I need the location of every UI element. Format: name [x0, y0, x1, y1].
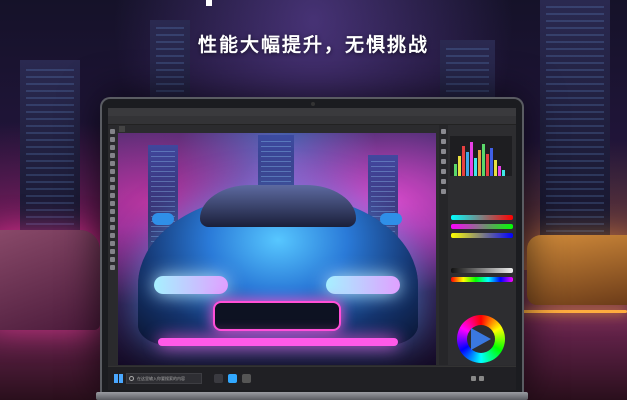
taskbar-search-input[interactable]: 在这里输入你要搜索的内容 [126, 373, 202, 384]
adjustment-sliders [451, 215, 513, 286]
marquee-tool-icon[interactable] [110, 137, 115, 142]
network-icon[interactable] [471, 376, 476, 381]
document-tab[interactable] [119, 126, 125, 132]
blue-slider[interactable] [451, 233, 513, 238]
laptop-hinge [96, 392, 528, 400]
task-view-icon[interactable] [214, 374, 223, 383]
light-streak [520, 310, 627, 313]
windows-start-icon[interactable] [114, 374, 123, 383]
taskbar-app-icon[interactable] [242, 374, 251, 383]
laptop-screen: 在这里输入你要搜索的内容 [108, 108, 516, 390]
search-icon [129, 376, 134, 381]
histogram-bar [482, 144, 485, 176]
history-icon[interactable] [441, 129, 446, 134]
eyedropper-tool-icon[interactable] [110, 169, 115, 174]
shape-tool-icon[interactable] [110, 249, 115, 254]
color-icon[interactable] [441, 189, 446, 194]
move-tool-icon[interactable] [110, 129, 115, 134]
car-windshield [200, 185, 356, 227]
stamp-tool-icon[interactable] [110, 185, 115, 190]
layers-icon[interactable] [441, 159, 446, 164]
webcam [311, 102, 315, 106]
lasso-tool-icon[interactable] [110, 145, 115, 150]
search-placeholder: 在这里输入你要搜索的内容 [137, 376, 185, 381]
color-triangle[interactable] [471, 328, 491, 350]
top-mark [206, 0, 212, 6]
histogram-bar [474, 158, 477, 176]
gradient-tool-icon[interactable] [110, 201, 115, 206]
photoshop-icon[interactable] [228, 374, 237, 383]
histogram-bar [462, 146, 465, 176]
brush-tool-icon[interactable] [110, 177, 115, 182]
histogram-bar [498, 166, 501, 176]
histogram-bar [478, 150, 481, 176]
green-slider[interactable] [451, 224, 513, 229]
color-wheel-icon[interactable] [457, 315, 505, 363]
properties-icon[interactable] [441, 149, 446, 154]
app-menubar [108, 108, 516, 116]
laptop: 在这里输入你要搜索的内容 [100, 97, 524, 400]
adjustments-icon[interactable] [441, 139, 446, 144]
background-car-left [0, 230, 100, 330]
pen-tool-icon[interactable] [110, 225, 115, 230]
eraser-tool-icon[interactable] [110, 193, 115, 198]
histogram-panel [450, 136, 512, 176]
histogram-bar [494, 160, 497, 176]
histogram-bar [502, 170, 505, 176]
select-tool-icon[interactable] [110, 153, 115, 158]
paths-icon[interactable] [441, 179, 446, 184]
background-car-right [527, 235, 627, 305]
image-canvas[interactable] [118, 133, 436, 365]
histogram-bar [486, 154, 489, 176]
zoom-tool-icon[interactable] [110, 265, 115, 270]
car-mirror-right [380, 213, 402, 225]
lightness-slider[interactable] [451, 268, 513, 273]
options-bar [108, 116, 516, 125]
histogram-bar [454, 164, 457, 176]
headline: 性能大幅提升，无惧挑战 [197, 34, 429, 56]
car-headlight-right [326, 276, 400, 294]
histogram-bar [458, 156, 461, 176]
car-headlight-left [154, 276, 228, 294]
hand-tool-icon[interactable] [110, 257, 115, 262]
type-tool-icon[interactable] [110, 233, 115, 238]
tools-panel [108, 125, 117, 365]
car-neon-lip [158, 338, 398, 346]
path-tool-icon[interactable] [110, 241, 115, 246]
car-mirror-left [152, 213, 174, 225]
dodge-tool-icon[interactable] [110, 217, 115, 222]
red-slider[interactable] [451, 215, 513, 220]
car-grille [213, 301, 341, 331]
panel-icon-strip [439, 125, 448, 365]
histogram-bar [466, 152, 469, 176]
volume-icon[interactable] [479, 376, 484, 381]
histogram-bar [470, 142, 473, 176]
histogram-bar [490, 148, 493, 176]
windows-taskbar: 在这里输入你要搜索的内容 [108, 366, 516, 390]
channels-icon[interactable] [441, 169, 446, 174]
blur-tool-icon[interactable] [110, 209, 115, 214]
crop-tool-icon[interactable] [110, 161, 115, 166]
hue-slider[interactable] [451, 277, 513, 282]
